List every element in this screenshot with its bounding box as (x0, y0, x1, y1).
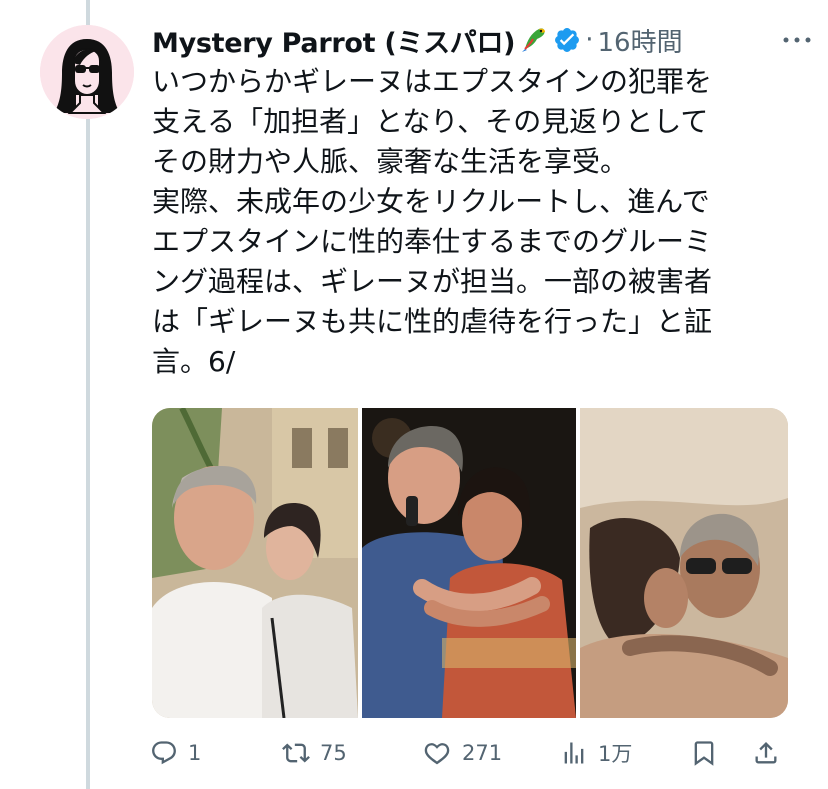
retweet-icon (282, 743, 310, 763)
bookmark-button[interactable] (690, 728, 718, 778)
views-button[interactable]: 1万 (560, 728, 632, 778)
media-grid[interactable] (152, 408, 788, 718)
bookmark-icon (694, 741, 714, 766)
reply-icon (152, 741, 176, 765)
tweet-text: いつからかギレーヌはエプスタインの犯罪を 支える「加担者」となり、その見返りとし… (152, 65, 713, 378)
timestamp[interactable]: 16時間 (598, 22, 683, 59)
separator-dot: · (585, 25, 594, 55)
reply-button[interactable]: 1 (150, 728, 201, 778)
retweet-button[interactable]: 75 (282, 728, 347, 778)
like-icon (424, 743, 450, 765)
avatar-illustration (40, 25, 134, 119)
reply-count: 1 (188, 741, 202, 765)
action-bar: 1 75 271 1万 (150, 728, 790, 778)
more-icon (783, 37, 811, 43)
parrot-emoji-icon (519, 23, 549, 57)
tweet-header: Mystery Parrot (ミスパロ) · 16時間 (152, 18, 814, 62)
photo-3-image (580, 408, 788, 718)
views-icon (564, 742, 584, 764)
photo-1[interactable] (152, 408, 358, 718)
photo-2[interactable] (362, 408, 576, 718)
share-icon (755, 742, 777, 764)
like-button[interactable]: 271 (422, 728, 502, 778)
views-count: 1万 (598, 742, 633, 766)
author-name[interactable]: Mystery Parrot (ミスパロ) (152, 21, 516, 60)
retweet-count: 75 (320, 741, 347, 765)
avatar[interactable] (40, 25, 134, 119)
more-button[interactable] (782, 18, 812, 62)
share-button[interactable] (752, 728, 780, 778)
photo-2-image (362, 408, 576, 718)
verified-icon[interactable] (553, 26, 581, 54)
photo-3[interactable] (580, 408, 788, 718)
like-count: 271 (462, 741, 503, 765)
photo-1-image (152, 408, 358, 718)
